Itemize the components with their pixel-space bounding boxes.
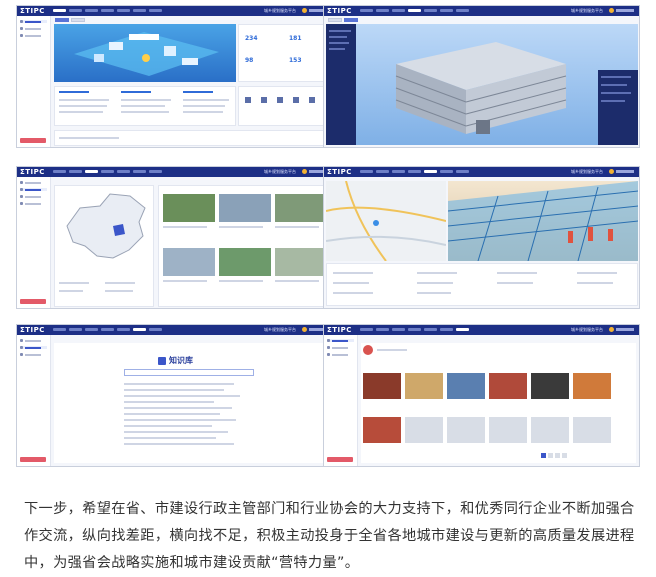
sidebar-item[interactable] bbox=[20, 195, 47, 198]
search-portal-icon: 知识库 bbox=[158, 355, 193, 366]
dashboard-3d-map[interactable] bbox=[54, 24, 236, 82]
sidebar-item[interactable] bbox=[20, 346, 47, 349]
properties-panel[interactable] bbox=[598, 70, 638, 145]
avatar bbox=[609, 8, 614, 13]
app-logo: ΣTIPC bbox=[20, 7, 45, 15]
stat-value: 153 bbox=[289, 57, 302, 64]
app-header: ΣTIPC 城乡规划服务平台 bbox=[324, 325, 639, 335]
app-header: ΣTIPC 城乡规划服务平台 bbox=[17, 167, 332, 177]
sidebar bbox=[17, 177, 51, 308]
search-input[interactable] bbox=[124, 369, 254, 376]
app-logo: ΣTIPC bbox=[327, 326, 352, 334]
article-caption: 下一步，希望在省、市建设行政主管部门和行业协会的大力支持下，和优秀同行企业不断加… bbox=[24, 501, 635, 571]
screenshot-news-feed: ΣTIPC 城乡规划服务平台 bbox=[323, 324, 640, 467]
app-logo: ΣTIPC bbox=[327, 7, 352, 15]
app-tagline: 城乡规划服务平台 bbox=[264, 327, 296, 332]
app-logo: ΣTIPC bbox=[20, 326, 45, 334]
sidebar-item[interactable] bbox=[20, 188, 47, 191]
sidebar-action-button[interactable] bbox=[20, 457, 46, 462]
screenshot-site-monitor: ΣTIPC 城乡规划服务平台 bbox=[323, 166, 640, 309]
china-map-graphic bbox=[66, 193, 146, 259]
sidebar-item[interactable] bbox=[20, 181, 47, 184]
screenshot-bim-model: ΣTIPC 城乡规划服务平台 bbox=[323, 5, 640, 148]
top-nav[interactable] bbox=[53, 170, 162, 173]
sidebar-item[interactable] bbox=[20, 353, 47, 356]
sidebar-item[interactable] bbox=[20, 339, 47, 342]
site-photo bbox=[447, 181, 639, 262]
app-header: ΣTIPC 城乡规划服务平台 bbox=[17, 325, 332, 335]
avatar bbox=[302, 169, 307, 174]
app-header: ΣTIPC 城乡规划服务平台 bbox=[17, 6, 332, 16]
sidebar-action-button[interactable] bbox=[20, 299, 46, 304]
top-nav[interactable] bbox=[360, 9, 469, 12]
knowledge-base-title: 知识库 bbox=[169, 356, 193, 365]
user-menu[interactable] bbox=[609, 169, 635, 174]
sidebar-item[interactable] bbox=[327, 353, 354, 356]
stat-value: 98 bbox=[245, 57, 254, 64]
avatar bbox=[302, 8, 307, 13]
news-grid-icon bbox=[363, 345, 373, 355]
sidebar bbox=[17, 16, 51, 147]
project-cards[interactable] bbox=[158, 185, 330, 307]
top-nav[interactable] bbox=[53, 328, 162, 331]
top-nav[interactable] bbox=[360, 328, 469, 331]
stats-panel: 234 181 98 153 bbox=[238, 24, 330, 82]
stat-value: 181 bbox=[289, 35, 302, 42]
sidebar-item[interactable] bbox=[20, 202, 47, 205]
stat-value: 234 bbox=[245, 35, 258, 42]
stadium-structure-graphic bbox=[447, 181, 639, 262]
sidebar-item[interactable] bbox=[20, 27, 47, 30]
top-nav[interactable] bbox=[53, 9, 162, 12]
sidebar bbox=[17, 335, 51, 466]
city-map-graphic bbox=[325, 180, 447, 262]
screenshot-project-map: ΣTIPC 城乡规划服务平台 bbox=[16, 166, 333, 309]
sidebar-item[interactable] bbox=[327, 339, 354, 342]
avatar bbox=[609, 327, 614, 332]
china-map-icon[interactable] bbox=[54, 185, 154, 307]
app-tagline: 城乡规划服务平台 bbox=[571, 8, 603, 13]
app-header: ΣTIPC 城乡规划服务平台 bbox=[324, 6, 639, 16]
notice-list bbox=[54, 86, 236, 126]
user-menu[interactable] bbox=[609, 8, 635, 13]
site-info-table bbox=[326, 263, 638, 306]
app-tagline: 城乡规划服务平台 bbox=[571, 169, 603, 174]
isometric-map-graphic bbox=[74, 32, 219, 76]
sidebar-action-button[interactable] bbox=[20, 138, 46, 143]
avatar bbox=[302, 327, 307, 332]
sidebar-action-button[interactable] bbox=[327, 457, 353, 462]
top-nav[interactable] bbox=[360, 170, 469, 173]
pagination[interactable] bbox=[541, 453, 567, 458]
screenshot-knowledge-base: ΣTIPC 城乡规划服务平台 知识库 bbox=[16, 324, 333, 467]
page-tabs[interactable] bbox=[328, 18, 358, 22]
app-logo: ΣTIPC bbox=[327, 168, 352, 176]
sidebar-item[interactable] bbox=[20, 34, 47, 37]
app-tagline: 城乡规划服务平台 bbox=[264, 8, 296, 13]
avatar bbox=[609, 169, 614, 174]
article-page: ΣTIPC 城乡规划服务平台 234 181 98 153 ΣTIPC 城乡规划… bbox=[0, 0, 656, 577]
app-tagline: 城乡规划服务平台 bbox=[264, 169, 296, 174]
building-3d-model-icon bbox=[395, 42, 567, 134]
quick-links-panel[interactable] bbox=[238, 86, 330, 126]
sidebar-item[interactable] bbox=[327, 346, 354, 349]
sidebar-item[interactable] bbox=[20, 20, 47, 23]
user-menu[interactable] bbox=[609, 327, 635, 332]
page-tabs[interactable] bbox=[55, 18, 85, 22]
bim-viewport[interactable] bbox=[326, 24, 638, 145]
app-tagline: 城乡规划服务平台 bbox=[571, 327, 603, 332]
screenshot-dashboard: ΣTIPC 城乡规划服务平台 234 181 98 153 bbox=[16, 5, 333, 148]
city-map-and-photo-icon[interactable] bbox=[325, 180, 447, 262]
app-logo: ΣTIPC bbox=[20, 168, 45, 176]
app-header: ΣTIPC 城乡规划服务平台 bbox=[324, 167, 639, 177]
sidebar bbox=[324, 335, 358, 466]
recent-list bbox=[54, 130, 330, 146]
